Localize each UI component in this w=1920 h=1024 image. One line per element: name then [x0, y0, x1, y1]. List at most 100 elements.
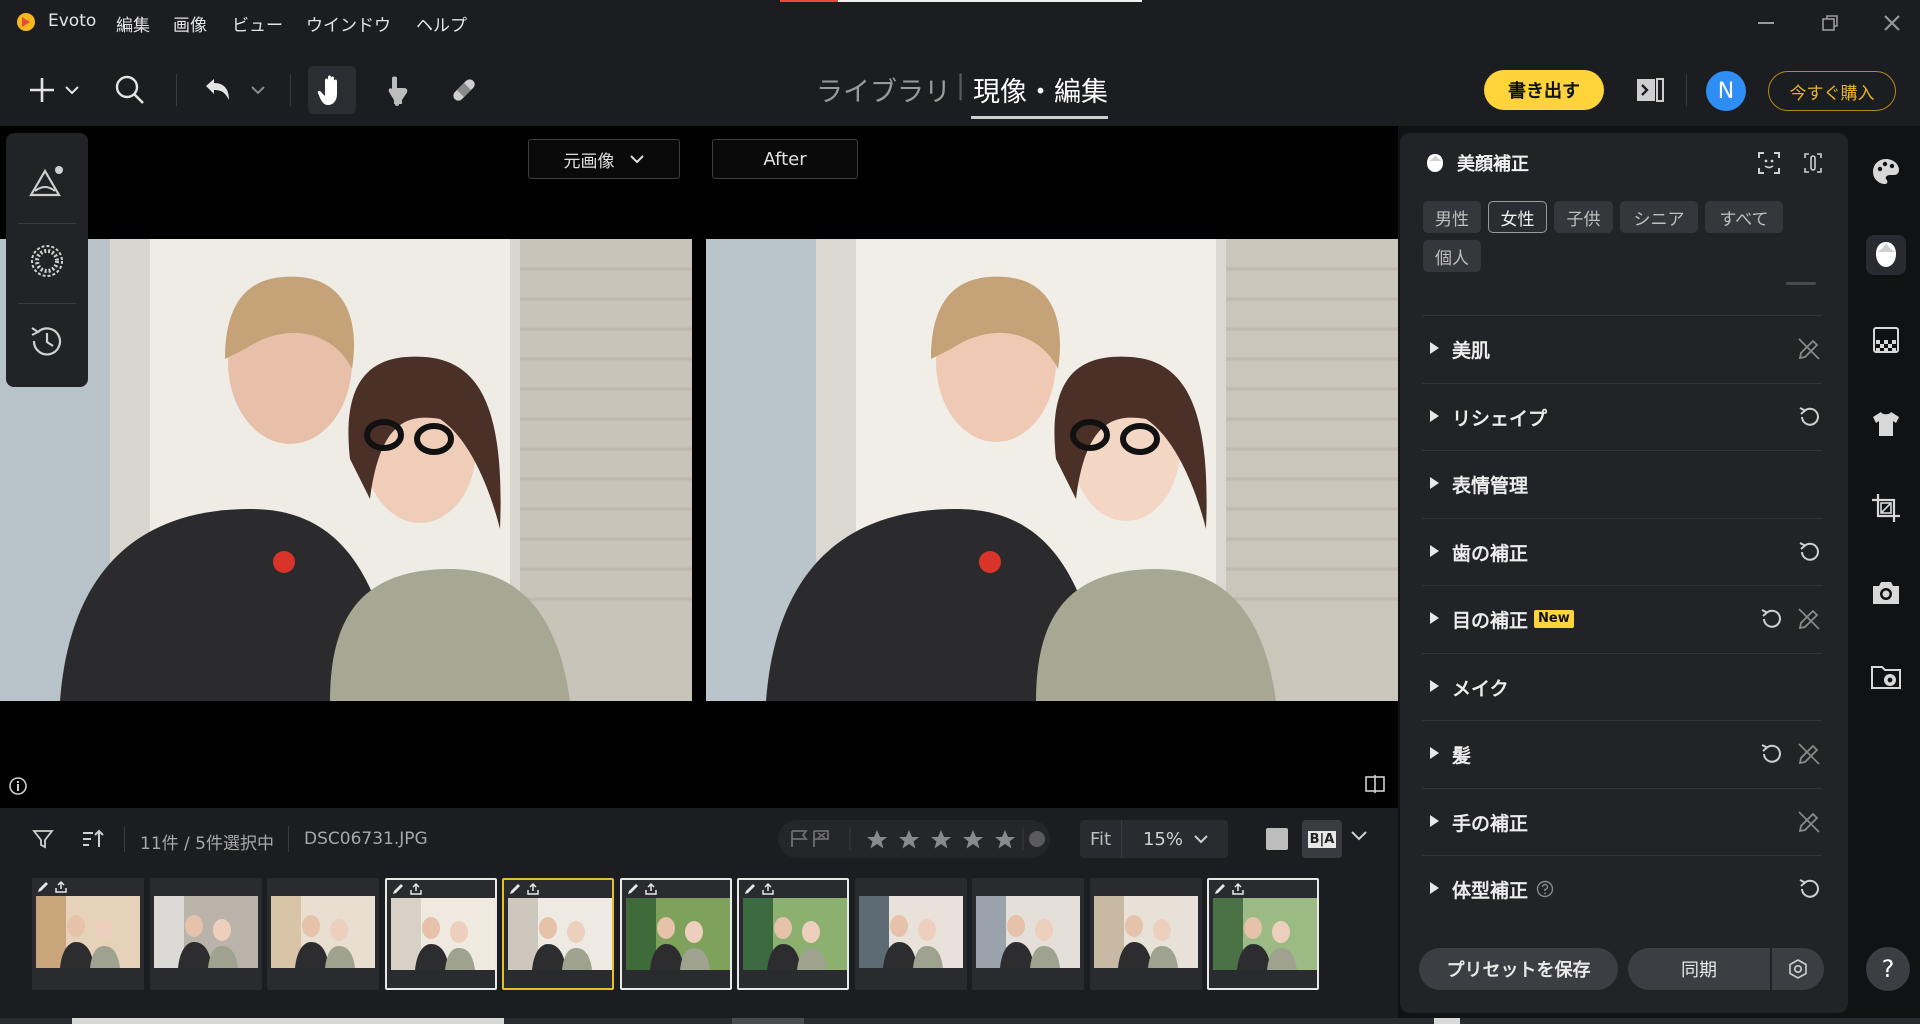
scroll-thumb[interactable] — [72, 1018, 504, 1024]
menu-edit[interactable]: 編集 — [116, 11, 150, 36]
close-icon[interactable] — [1881, 12, 1903, 34]
expand-arrow-icon[interactable] — [1428, 679, 1440, 693]
help-circle-icon[interactable] — [1536, 880, 1554, 898]
add-icon[interactable] — [22, 70, 62, 110]
filmstrip-thumbnail[interactable] — [267, 878, 379, 990]
filmstrip-thumbnail[interactable] — [32, 878, 144, 990]
edit-toggle-icon[interactable] — [1796, 741, 1822, 767]
section-row[interactable]: 表情管理 — [1422, 450, 1822, 516]
finger-tool-icon[interactable] — [378, 70, 418, 110]
sync-button[interactable]: 同期 — [1628, 948, 1770, 990]
filter-icon[interactable] — [24, 820, 62, 858]
camera-icon[interactable] — [1866, 573, 1906, 613]
flag-icon[interactable] — [791, 830, 808, 847]
filmstrip-thumbnail[interactable] — [1207, 878, 1319, 990]
edit-toggle-icon[interactable] — [1796, 606, 1822, 632]
avatar[interactable]: N — [1706, 71, 1746, 111]
expand-arrow-icon[interactable] — [1428, 611, 1440, 625]
panel-toggle-icon[interactable] — [1630, 70, 1670, 110]
zoom-fit-button[interactable]: Fit — [1080, 820, 1122, 858]
filmstrip-thumbnail[interactable] — [854, 878, 967, 990]
expand-arrow-icon[interactable] — [1428, 409, 1440, 423]
edit-toggle-icon[interactable] — [1796, 809, 1822, 835]
history-icon[interactable] — [27, 321, 67, 361]
single-view-icon[interactable] — [1266, 828, 1288, 850]
filmstrip-thumbnail[interactable] — [502, 878, 614, 990]
buy-now-button[interactable]: 今すぐ購入 — [1768, 71, 1896, 111]
info-icon[interactable] — [8, 776, 28, 796]
section-row[interactable]: 目の補正 New — [1422, 585, 1822, 651]
tab-library[interactable]: ライブラリ — [816, 70, 951, 109]
expand-arrow-icon[interactable] — [1428, 341, 1440, 355]
palette-icon[interactable] — [1866, 152, 1906, 192]
section-row[interactable]: 体型補正 — [1422, 855, 1822, 921]
expand-arrow-icon[interactable] — [1428, 476, 1440, 490]
sync-settings-button[interactable] — [1772, 948, 1824, 990]
texture-circle-icon[interactable] — [27, 241, 67, 281]
filmstrip-thumbnail[interactable] — [149, 878, 262, 990]
face-retouch-icon[interactable] — [1866, 235, 1906, 275]
zoom-level-select[interactable]: 15% — [1128, 820, 1224, 858]
undo-icon[interactable] — [198, 70, 238, 110]
chip-child[interactable]: 子供 — [1554, 201, 1613, 233]
reset-icon[interactable] — [1758, 741, 1784, 767]
menu-help[interactable]: ヘルプ — [416, 11, 467, 36]
section-row[interactable]: 髪 — [1422, 720, 1822, 786]
add-dropdown-chevron-icon[interactable] — [60, 70, 84, 110]
restore-icon[interactable] — [1819, 12, 1841, 34]
section-row[interactable]: メイク — [1422, 652, 1822, 719]
collapse-handle[interactable] — [1786, 282, 1816, 285]
help-button[interactable]: ? — [1866, 947, 1910, 991]
filmstrip-thumbnail[interactable] — [737, 878, 849, 990]
reset-icon[interactable] — [1796, 539, 1822, 565]
tab-develop-edit[interactable]: 現像・編集 — [973, 70, 1108, 109]
expand-arrow-icon[interactable] — [1428, 881, 1440, 895]
chip-individual[interactable]: 個人 — [1423, 240, 1481, 272]
reset-icon[interactable] — [1758, 606, 1784, 632]
filmstrip-thumbnail[interactable] — [1089, 878, 1202, 990]
menu-view[interactable]: ビュー — [232, 11, 283, 36]
section-row[interactable]: 歯の補正 — [1422, 517, 1822, 584]
view-options-chevron-icon[interactable] — [1350, 830, 1370, 848]
folder-preview-icon[interactable] — [1866, 657, 1906, 697]
minimize-icon[interactable] — [1755, 12, 1777, 34]
clothing-icon[interactable] — [1866, 404, 1906, 444]
chip-female[interactable]: 女性 — [1488, 201, 1547, 233]
split-compare-icon[interactable] — [1364, 773, 1386, 795]
before-image-label: 元画像 — [563, 151, 615, 172]
edited-pencil-icon — [508, 882, 522, 896]
chip-male[interactable]: 男性 — [1423, 201, 1481, 233]
reset-icon[interactable] — [1796, 404, 1822, 430]
filmstrip-thumbnail[interactable] — [384, 878, 497, 990]
adjust-triangle-icon[interactable] — [27, 161, 67, 201]
search-icon[interactable] — [110, 70, 150, 110]
body-detect-icon[interactable] — [1800, 150, 1826, 176]
section-row[interactable]: リシェイプ — [1422, 382, 1822, 449]
undo-history-chevron-icon[interactable] — [246, 70, 270, 110]
menu-window[interactable]: ウインドウ — [306, 11, 391, 36]
background-icon[interactable] — [1866, 320, 1906, 360]
expand-arrow-icon[interactable] — [1428, 814, 1440, 828]
save-preset-button[interactable]: プリセットを保存 — [1419, 948, 1618, 990]
crop-icon[interactable] — [1866, 488, 1906, 528]
hand-tool-icon[interactable] — [308, 66, 356, 114]
bandage-healing-icon[interactable] — [444, 70, 484, 110]
section-row[interactable]: 手の補正 — [1422, 787, 1822, 854]
chip-senior[interactable]: シニア — [1620, 201, 1698, 233]
expand-arrow-icon[interactable] — [1428, 746, 1440, 760]
reject-flag-icon[interactable] — [813, 830, 829, 847]
section-row[interactable]: 美肌 — [1422, 315, 1822, 381]
sort-icon[interactable] — [74, 820, 112, 858]
menu-image[interactable]: 画像 — [173, 11, 207, 36]
before-after-view-button[interactable]: B|A — [1302, 820, 1342, 858]
filmstrip-thumbnail[interactable] — [972, 878, 1084, 990]
reset-icon[interactable] — [1796, 876, 1822, 902]
after-label[interactable]: After — [712, 139, 858, 179]
face-detect-icon[interactable] — [1756, 150, 1782, 176]
filmstrip-thumbnail[interactable] — [619, 878, 732, 990]
export-button[interactable]: 書き出す — [1484, 70, 1604, 110]
chip-all[interactable]: すべて — [1705, 201, 1783, 233]
before-image-select[interactable]: 元画像 — [528, 139, 680, 179]
edit-toggle-icon[interactable] — [1796, 336, 1822, 362]
expand-arrow-icon[interactable] — [1428, 544, 1440, 558]
